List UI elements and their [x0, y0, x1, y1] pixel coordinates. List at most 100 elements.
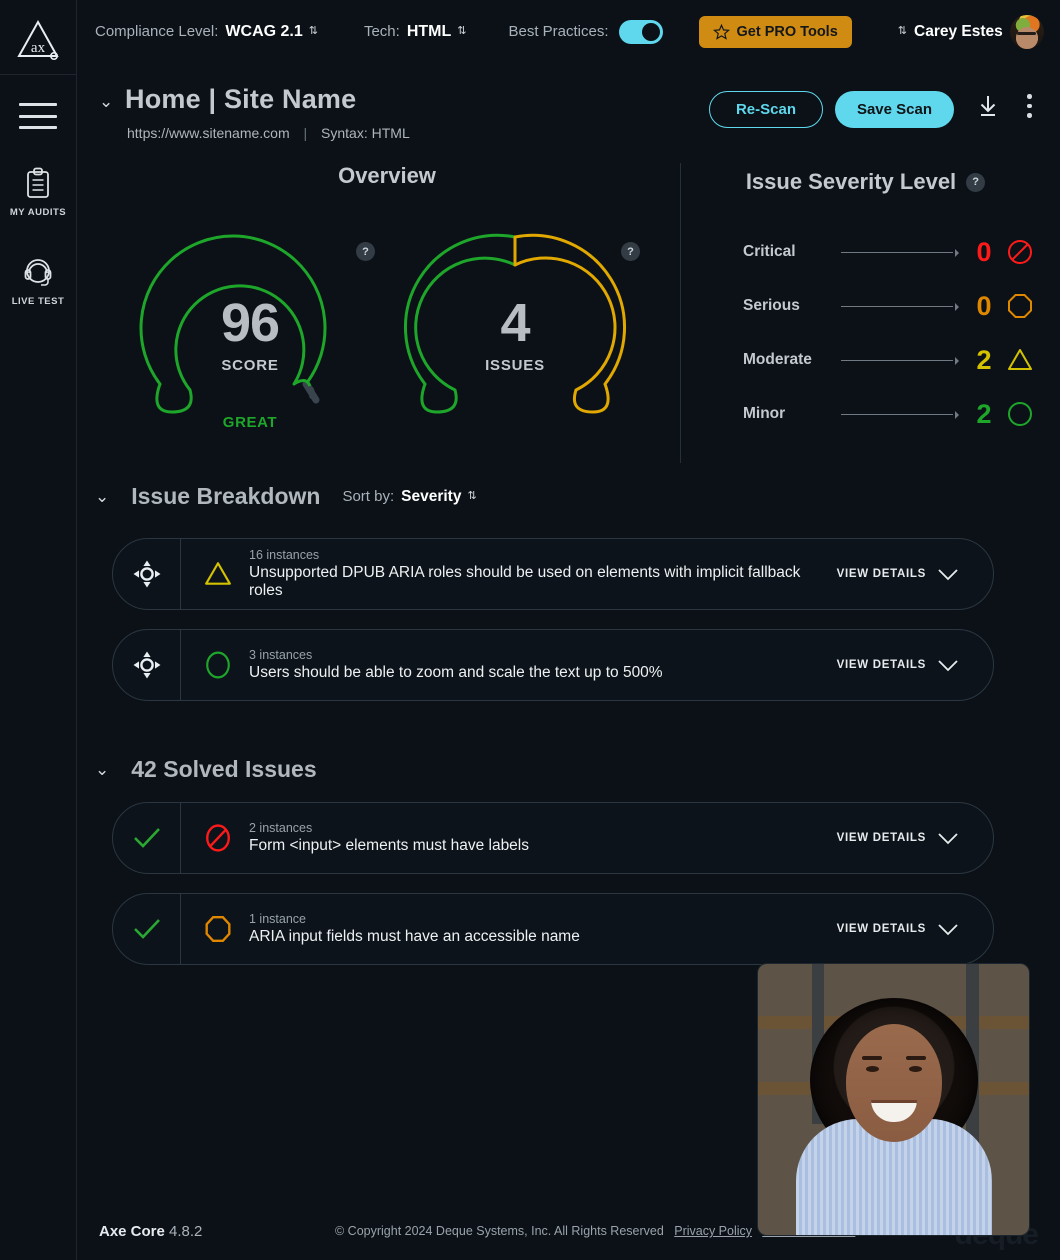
axe-core-version: Axe Core 4.8.2	[99, 1223, 202, 1240]
hamburger-icon[interactable]	[19, 103, 57, 129]
view-details-label: VIEW DETAILS	[836, 832, 926, 844]
sidebar-item-label: LIVE TEST	[11, 296, 65, 307]
sidebar-item-label: MY AUDITS	[9, 207, 67, 218]
solved-issue-content: 2 instances Form <input> elements must h…	[181, 803, 837, 873]
sidebar-item-live-test[interactable]: LIVE TEST	[0, 254, 77, 307]
left-sidebar: ax MY AUDITS LIVE TEST	[0, 0, 77, 1260]
axe-core-name: Axe Core	[99, 1222, 165, 1240]
no-entry-icon	[1003, 239, 1037, 265]
no-entry-icon	[203, 824, 233, 852]
save-scan-button[interactable]: Save Scan	[834, 91, 954, 128]
eyebrow	[905, 1056, 926, 1060]
score-gauge: 96 SCORE GREAT ?	[130, 214, 375, 444]
solved-issue-content: 1 instance ARIA input fields must have a…	[181, 894, 837, 964]
copyright-text: © Copyright 2024 Deque Systems, Inc. All…	[335, 1224, 664, 1238]
check-icon	[113, 894, 181, 964]
severity-rows: Critical 0 Serious 0 Moderate 2 Minor 2	[681, 225, 1050, 441]
score-value: 96	[220, 293, 280, 353]
overview-panel: Overview 96 SCORE GREAT ? 4 ISSUES ?	[95, 163, 679, 463]
view-details-button[interactable]: VIEW DETAILS	[837, 539, 993, 609]
issue-severity-panel: Issue Severity Level ? Critical 0 Seriou…	[680, 163, 1050, 463]
sidebar-item-my-audits[interactable]: MY AUDITS	[0, 165, 77, 218]
sort-by-selector[interactable]: Sort by: Severity ⇅	[342, 488, 476, 506]
syntax-label: Syntax: HTML	[321, 125, 410, 141]
best-practices-group: Best Practices:	[508, 19, 663, 44]
kebab-menu-icon[interactable]	[1027, 94, 1032, 123]
compliance-level-label: Compliance Level:	[95, 23, 219, 40]
severity-row-minor: Minor 2	[743, 387, 1050, 441]
octagon-icon	[1003, 293, 1037, 319]
solved-issue-instances: 2 instances	[249, 821, 313, 835]
toggle-knob	[641, 22, 660, 41]
best-practices-label: Best Practices:	[508, 23, 609, 40]
score-rating: GREAT	[222, 414, 278, 431]
page-subtitle: https://www.sitename.com | Syntax: HTML	[127, 125, 410, 141]
solved-issue-row[interactable]: 2 instances Form <input> elements must h…	[112, 802, 994, 874]
issue-row[interactable]: 3 instances Users should be able to zoom…	[112, 629, 994, 701]
issue-breakdown-title: Issue Breakdown	[131, 483, 321, 509]
privacy-policy-link[interactable]: Privacy Policy	[674, 1224, 752, 1238]
tech-label: Tech:	[363, 23, 400, 40]
severity-row-moderate: Moderate 2	[743, 333, 1050, 387]
severity-help-icon[interactable]: ?	[966, 172, 986, 192]
axe-core-version-number: 4.8.2	[169, 1222, 203, 1240]
overview-title: Overview	[338, 163, 436, 188]
collapse-breakdown-chevron-icon[interactable]: ⌄	[95, 487, 109, 507]
crosshair-icon[interactable]	[113, 630, 181, 700]
compliance-level-selector[interactable]: Compliance Level: WCAG 2.1 ⇅	[95, 23, 318, 41]
chevron-down-icon	[938, 832, 958, 844]
view-details-button[interactable]: VIEW DETAILS	[837, 894, 993, 964]
arrow-icon	[841, 247, 959, 257]
issues-help-icon[interactable]: ?	[621, 242, 640, 261]
severity-count: 2	[976, 398, 992, 429]
chevron-updown-icon: ⇅	[467, 490, 477, 502]
tech-selector[interactable]: Tech: HTML ⇅	[364, 23, 467, 41]
crosshair-icon[interactable]	[113, 539, 181, 609]
eye	[908, 1066, 922, 1072]
chevron-down-icon	[938, 659, 958, 671]
collapse-page-chevron-icon[interactable]: ⌄	[99, 92, 113, 112]
issue-breakdown-list: 16 instances Unsupported DPUB ARIA roles…	[112, 538, 994, 720]
circle-icon	[203, 651, 233, 679]
view-details-label: VIEW DETAILS	[836, 923, 926, 935]
person-face	[845, 1024, 942, 1142]
arrow-icon	[841, 301, 959, 311]
solved-issue-text: 1 instance ARIA input fields must have a…	[249, 912, 580, 946]
issue-content: 16 instances Unsupported DPUB ARIA roles…	[181, 539, 837, 609]
rail-divider	[0, 74, 76, 75]
view-details-button[interactable]: VIEW DETAILS	[837, 803, 993, 873]
circle-icon	[1003, 401, 1037, 427]
solved-issue-row[interactable]: 1 instance ARIA input fields must have a…	[112, 893, 994, 965]
headset-icon	[23, 254, 53, 290]
issue-row[interactable]: 16 instances Unsupported DPUB ARIA roles…	[112, 538, 994, 610]
view-details-button[interactable]: VIEW DETAILS	[837, 630, 993, 700]
rescan-button[interactable]: Re-Scan	[708, 91, 823, 128]
user-name: Carey Estes	[914, 22, 1003, 40]
chevron-updown-icon: ⇅	[457, 25, 467, 37]
severity-name: Critical	[743, 243, 796, 260]
score-help-icon[interactable]: ?	[356, 242, 375, 261]
avatar[interactable]	[1009, 14, 1044, 49]
gauges-container: 96 SCORE GREAT ? 4 ISSUES ?	[95, 189, 679, 439]
live-test-video-overlay[interactable]	[757, 963, 1030, 1236]
best-practices-toggle[interactable]	[618, 19, 663, 44]
eye	[865, 1066, 879, 1072]
chevron-updown-icon: ⇅	[897, 25, 907, 37]
page-header: ⌄ Home | Site Name https://www.sitename.…	[77, 63, 1060, 160]
view-details-label: VIEW DETAILS	[836, 568, 926, 580]
issue-description: Users should be able to zoom and scale t…	[249, 664, 663, 681]
view-details-label: VIEW DETAILS	[836, 659, 926, 671]
download-icon[interactable]	[976, 94, 1000, 123]
issue-text: 16 instances Unsupported DPUB ARIA roles…	[249, 548, 837, 600]
collapse-solved-chevron-icon[interactable]: ⌄	[95, 760, 109, 780]
top-bar: Compliance Level: WCAG 2.1 ⇅ Tech: HTML …	[77, 0, 1060, 63]
severity-name: Minor	[743, 405, 786, 422]
user-menu[interactable]: ⇅ Carey Estes	[892, 14, 1044, 49]
axe-logo-icon[interactable]: ax	[12, 14, 64, 66]
get-pro-tools-button[interactable]: Get PRO Tools	[698, 15, 852, 48]
solved-issues-header: ⌄ 42 Solved Issues	[95, 756, 317, 783]
issues-gauge: 4 ISSUES ?	[395, 214, 640, 444]
issue-instances: 16 instances	[249, 548, 320, 562]
score-label: SCORE	[221, 357, 279, 374]
solved-issues-list: 2 instances Form <input> elements must h…	[112, 802, 994, 984]
